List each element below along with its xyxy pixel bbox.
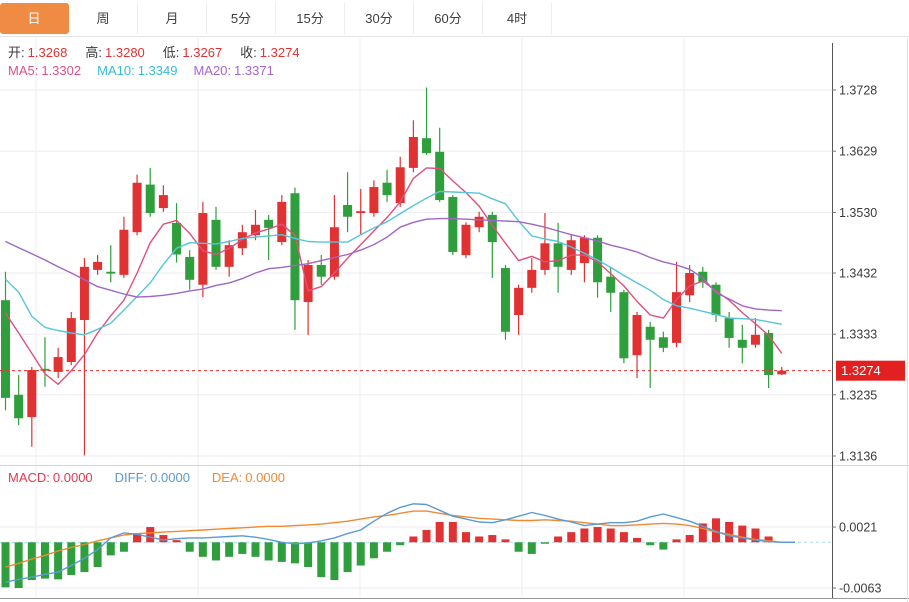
chart-svg[interactable]: 1.3728 1.3629 1.3530 1.3432 1.3333 1.3235 1.31… — [0, 37, 909, 602]
quote-readout: 开: 1.3268 高: 1.3280 低: 1.3267 收: 1.3274 — [8, 45, 300, 60]
timeframe-tabs: 日周月5分15分30分60分4时 — [0, 0, 909, 37]
tab-week[interactable]: 周 — [69, 3, 138, 34]
svg-text:-0.0063: -0.0063 — [839, 582, 881, 596]
candlestick-layer — [1, 88, 786, 456]
ma5-value: 1.3302 — [41, 63, 81, 78]
tab-30min[interactable]: 30分 — [345, 3, 414, 34]
high-label: 高: — [85, 45, 102, 60]
tab-4hour[interactable]: 4时 — [483, 3, 552, 34]
macd-label: MACD: — [8, 470, 50, 485]
open-label: 开: — [8, 45, 25, 60]
diff-value-readout: DIFF: 0.0000 — [115, 470, 190, 485]
diff-value: 0.0000 — [150, 470, 190, 485]
ma5-label: MA5: — [8, 63, 38, 78]
dea-value: 0.0000 — [245, 470, 285, 485]
high-value: 1.3280 — [105, 45, 145, 60]
dea-label: DEA: — [212, 470, 242, 485]
tab-month[interactable]: 月 — [138, 3, 207, 34]
diff-label: DIFF: — [115, 470, 148, 485]
dea-line — [6, 511, 796, 567]
svg-text:1.3530: 1.3530 — [839, 206, 877, 220]
close-value: 1.3274 — [260, 45, 300, 60]
svg-text:1.3728: 1.3728 — [839, 84, 877, 98]
price-axis-labels: 1.3728 1.3629 1.3530 1.3432 1.3333 1.3235 1.31… — [832, 84, 881, 596]
low-value: 1.3267 — [182, 45, 222, 60]
open-readout: 开: 1.3268 — [8, 45, 67, 60]
low-label: 低: — [163, 45, 180, 60]
ma10-label: MA10: — [97, 63, 135, 78]
kline-app: 日周月5分15分30分60分4时 1.3728 1.3629 1.3530 1.343… — [0, 0, 909, 602]
svg-text:1.3274: 1.3274 — [841, 363, 881, 378]
svg-text:1.3235: 1.3235 — [839, 388, 877, 402]
ma5-readout: MA5: 1.3302 — [8, 63, 81, 78]
svg-text:1.3136: 1.3136 — [839, 449, 877, 463]
close-readout: 收: 1.3274 — [240, 45, 299, 60]
kline-chart-canvas[interactable]: 1.3728 1.3629 1.3530 1.3432 1.3333 1.3235 1.31… — [0, 37, 909, 602]
macd-value: 0.0000 — [53, 470, 93, 485]
svg-text:1.3629: 1.3629 — [839, 145, 877, 159]
tab-day[interactable]: 日 — [0, 3, 69, 34]
gridlines — [0, 38, 832, 598]
ma20-value: 1.3371 — [234, 63, 274, 78]
last-price-tag: 1.3274 — [836, 361, 905, 381]
macd-readout: MACD: 0.0000 DIFF: 0.0000 DEA: 0.0000 — [8, 470, 285, 485]
low-readout: 低: 1.3267 — [163, 45, 222, 60]
ma10-readout: MA10: 1.3349 — [97, 63, 177, 78]
close-label: 收: — [240, 45, 257, 60]
tab-60min[interactable]: 60分 — [414, 3, 483, 34]
macd-value-readout: MACD: 0.0000 — [8, 470, 93, 485]
high-readout: 高: 1.3280 — [85, 45, 144, 60]
ma-readout: MA5: 1.3302 MA10: 1.3349 MA20: 1.3371 — [8, 63, 274, 78]
open-value: 1.3268 — [28, 45, 68, 60]
ma20-label: MA20: — [193, 63, 231, 78]
ma10-value: 1.3349 — [138, 63, 178, 78]
dea-value-readout: DEA: 0.0000 — [212, 470, 285, 485]
ma20-readout: MA20: 1.3371 — [193, 63, 273, 78]
macd-histogram — [2, 518, 786, 588]
svg-text:1.3333: 1.3333 — [839, 328, 877, 342]
svg-text:0.0021: 0.0021 — [839, 521, 877, 535]
svg-text:1.3432: 1.3432 — [839, 266, 877, 280]
tab-5min[interactable]: 5分 — [207, 3, 276, 34]
ma5-line — [6, 168, 782, 384]
tab-15min[interactable]: 15分 — [276, 3, 345, 34]
